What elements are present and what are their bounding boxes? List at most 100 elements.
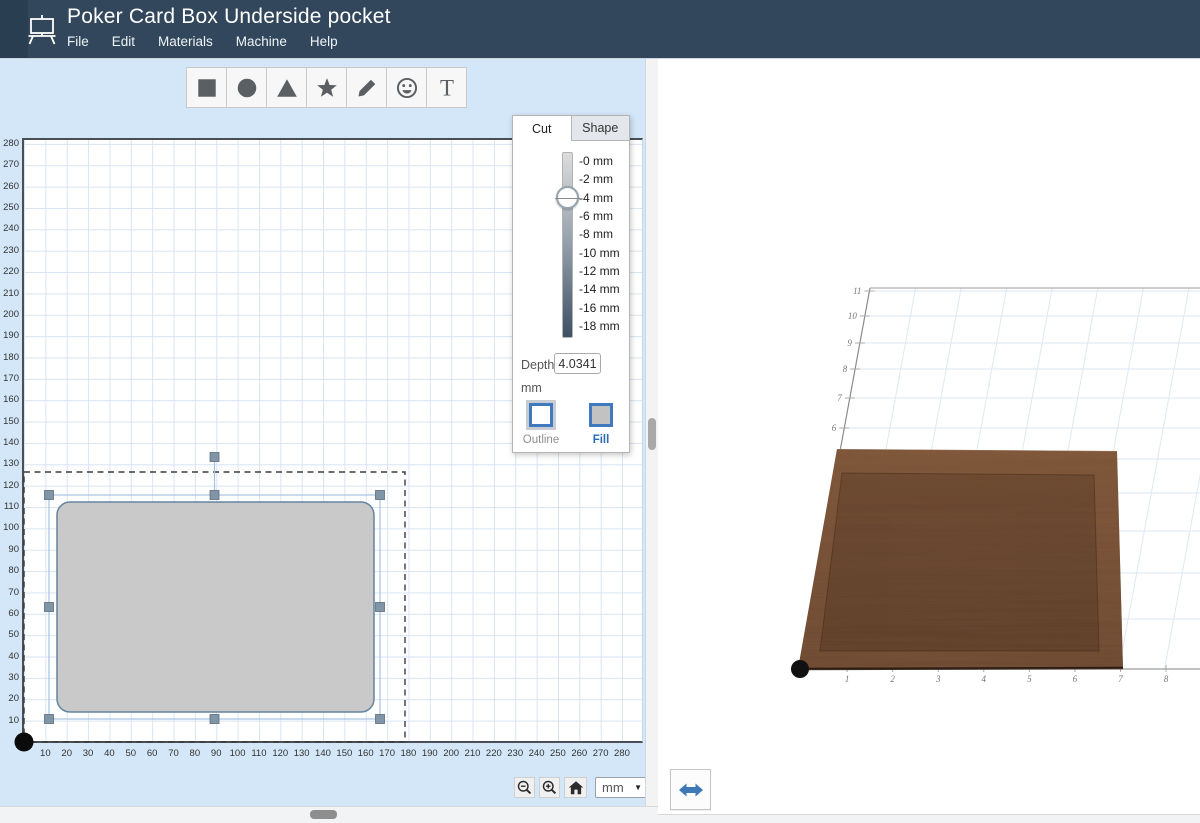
slider-tick-label: -10 mm [579, 245, 620, 260]
menu-materials[interactable]: Materials [158, 34, 213, 49]
ruler-x-label: 160 [357, 748, 374, 759]
ruler-y-label: 250 [3, 202, 19, 214]
easel-logo-icon[interactable] [24, 12, 60, 46]
axis-label: 4 [982, 674, 987, 684]
axis-label: 2 [890, 674, 895, 684]
horizontal-scrollbar [0, 806, 658, 823]
star-icon [316, 77, 337, 97]
ruler-x-label: 80 [189, 748, 201, 759]
ruler-y-label: 80 [8, 565, 19, 577]
unit-value: mm [602, 780, 624, 795]
axis-label: 3 [935, 674, 941, 684]
tab-cut[interactable]: Cut [512, 115, 572, 141]
slider-tick-label: -0 mm [579, 154, 613, 168]
ruler-y-label: 180 [3, 351, 19, 363]
horizontal-scroll-thumb[interactable] [310, 810, 337, 819]
slider-tick-label: -18 mm [579, 319, 620, 334]
expand-preview-button[interactable] [670, 769, 711, 810]
depth-input[interactable] [554, 353, 601, 374]
ruler-y-label: 280 [3, 138, 19, 149]
ruler-x-label: 270 [592, 748, 609, 759]
ruler-y-label: 50 [8, 629, 19, 641]
zoom-out-button[interactable] [514, 777, 535, 798]
axis-label: 10 [848, 311, 858, 321]
easel-app: Poker Card Box Underside pocket File Edit… [0, 0, 1200, 823]
ruler-y-label: 130 [3, 458, 19, 470]
ruler-y-label: 110 [3, 501, 19, 513]
ruler-y-label: 20 [8, 693, 19, 705]
tool-triangle-button[interactable] [266, 67, 307, 108]
ruler-y-label: 200 [3, 308, 19, 320]
square-icon [197, 78, 216, 97]
outline-label[interactable]: Outline [513, 434, 569, 446]
tool-text-button[interactable]: T [426, 67, 467, 108]
smiley-icon [396, 77, 417, 98]
ruler-x-label: 120 [272, 748, 289, 759]
board-bottom-edge [797, 666, 1124, 671]
tool-square-button[interactable] [186, 67, 227, 108]
ruler-y-label: 60 [8, 607, 19, 619]
ruler-x-label: 70 [168, 748, 179, 759]
depth-slider-handle[interactable] [555, 186, 580, 210]
cut-type-outline-swatch[interactable] [529, 403, 553, 427]
ruler-y-label: 230 [3, 244, 19, 256]
depth-unit-label: mm [521, 381, 542, 395]
depth-slider-track[interactable] [562, 152, 573, 338]
tool-smiley-button[interactable] [386, 67, 427, 108]
carved-pocket [819, 472, 1100, 652]
ruler-x-label: 110 [251, 748, 267, 759]
depth-label: Depth: [521, 358, 558, 372]
ruler-y-label: 260 [3, 180, 19, 192]
fill-label[interactable]: Fill [577, 434, 625, 446]
ruler-y-label: 70 [8, 586, 19, 598]
ruler-x-label: 90 [210, 748, 222, 759]
axis-label: 7 [837, 393, 842, 403]
ruler-x-label: 40 [104, 748, 115, 759]
shape-toolbar: T [186, 67, 467, 108]
panel-divider-scrollbar [645, 58, 658, 806]
tool-star-button[interactable] [306, 67, 347, 108]
preview-3d-panel: 6 7 8 9 10 11 1 2 3 4 5 6 7 8 [658, 58, 1200, 814]
zoom-in-button[interactable] [539, 777, 560, 798]
menu-edit[interactable]: Edit [112, 34, 135, 49]
ruler-y-label: 190 [3, 330, 19, 342]
unit-dropdown[interactable]: mm ▼ [595, 777, 645, 798]
ruler-y-label: 30 [8, 671, 19, 683]
home-icon [568, 780, 583, 794]
ruler-x-label: 130 [293, 748, 310, 759]
text-icon: T [440, 76, 454, 100]
ruler-y-label: 40 [8, 650, 19, 662]
preview-origin-marker [791, 660, 809, 678]
menu-file[interactable]: File [67, 34, 89, 49]
ruler-x-label: 50 [125, 748, 137, 759]
slider-tick-label: -2 mm [579, 172, 613, 187]
ruler-y-label: 150 [3, 415, 19, 427]
slider-tick-label: -8 mm [579, 227, 613, 242]
tab-shape[interactable]: Shape [571, 115, 630, 141]
ruler-x-label: 30 [82, 748, 94, 759]
ruler-y-label: 170 [3, 372, 19, 384]
ruler-x-label: 100 [229, 748, 246, 759]
cut-type-fill-swatch[interactable] [589, 403, 613, 427]
home-view-button[interactable] [564, 777, 587, 798]
axis-label: 1 [845, 674, 850, 684]
slider-tick-label: -4 mm [579, 190, 613, 205]
ruler-y-label: 160 [3, 394, 19, 406]
ruler-x-label: 20 [61, 748, 72, 759]
tool-circle-button[interactable] [226, 67, 267, 108]
ruler-x-label: 200 [443, 748, 460, 759]
ruler-y-label: 140 [3, 437, 19, 448]
cut-shape-tabs: Cut Shape [512, 115, 630, 141]
ruler-x-label: 250 [549, 748, 566, 759]
axis-label: 6 [1073, 674, 1078, 684]
axis-label: 11 [853, 286, 861, 296]
vertical-scroll-thumb[interactable] [648, 418, 656, 450]
axis-label: 9 [847, 338, 852, 348]
slider-tick-label: -16 mm [579, 300, 620, 315]
menu-machine[interactable]: Machine [236, 34, 287, 49]
menu-help[interactable]: Help [310, 34, 338, 49]
circle-icon [237, 78, 256, 97]
tool-pencil-button[interactable] [346, 67, 387, 108]
project-title[interactable]: Poker Card Box Underside pocket [67, 5, 391, 29]
axis-label: 8 [843, 364, 848, 374]
